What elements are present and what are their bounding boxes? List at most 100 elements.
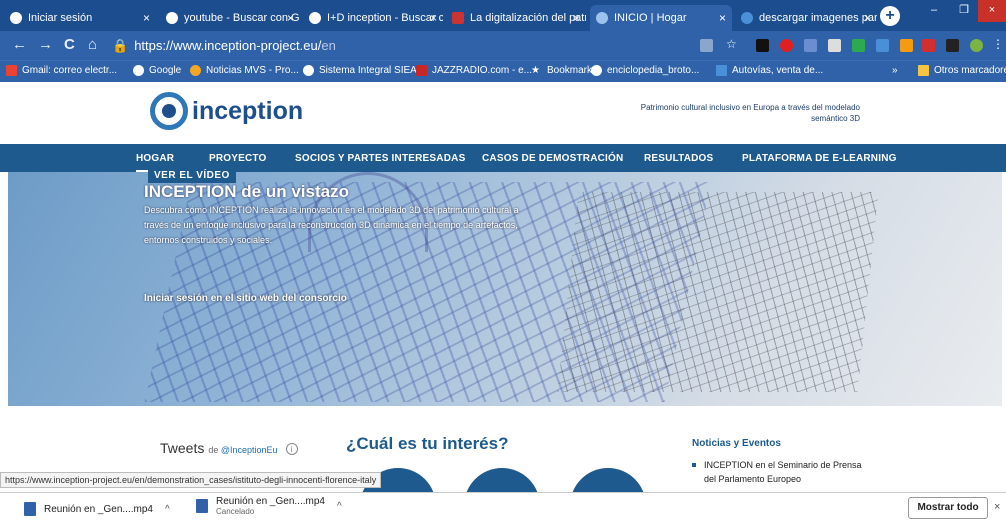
- google-icon: [309, 12, 321, 24]
- back-button[interactable]: ←: [12, 36, 27, 53]
- news-item-link[interactable]: INCEPTION en el Seminario de Prensa del …: [692, 458, 862, 486]
- tab-youtube[interactable]: youtube - Buscar con Go ×: [160, 5, 300, 31]
- bookmark-gmail[interactable]: Gmail: correo electr...: [6, 65, 117, 76]
- bookmark-otros[interactable]: Otros marcadores: [918, 65, 1006, 76]
- bookmark-google[interactable]: Google: [133, 65, 181, 76]
- bookmark-icon: [716, 65, 727, 76]
- reload-button[interactable]: C: [64, 36, 75, 53]
- menu-resultados[interactable]: RESULTADOS: [644, 153, 713, 164]
- tab-inicio-hogar[interactable]: INICIO | Hogar ×: [590, 5, 732, 31]
- menu-icon[interactable]: ⋮: [992, 37, 1005, 51]
- bookmark-label: Otros marcadores: [934, 65, 1006, 76]
- forward-button[interactable]: →: [38, 36, 53, 53]
- interest-circle[interactable]: [570, 468, 646, 492]
- tab-title: I+D inception - Buscar co: [327, 12, 443, 24]
- bookmarks-bar: Gmail: correo electr... Google Noticias …: [0, 60, 1006, 82]
- tab-title: Iniciar sesión: [28, 12, 93, 24]
- close-tab-icon[interactable]: ×: [430, 11, 437, 25]
- info-icon[interactable]: i: [285, 443, 298, 456]
- bookmark-enciclopedia[interactable]: enciclopedia_broto...: [591, 65, 699, 76]
- menu-proyecto[interactable]: PROYECTO: [209, 153, 267, 164]
- menu-casos[interactable]: CASOS DE DEMOSTRACIÓN: [482, 153, 623, 164]
- hero-title: INCEPTION de un vistazo: [144, 182, 349, 201]
- close-tab-icon[interactable]: ×: [719, 11, 726, 25]
- tab-title: youtube - Buscar con Go: [184, 12, 300, 24]
- page-icon: [452, 12, 464, 24]
- close-downloads-icon[interactable]: ×: [994, 501, 1000, 513]
- folder-icon: [918, 65, 929, 76]
- bookmark-label: Autovías, venta de...: [732, 65, 824, 76]
- page-icon: [741, 12, 753, 24]
- tweets-prefix: de: [208, 445, 219, 455]
- bookmark-bookmarks[interactable]: ★ Bookmarks: [531, 65, 597, 76]
- logo-text: inception: [192, 96, 304, 125]
- tab-title: INICIO | Hogar: [614, 12, 687, 24]
- jazzradio-icon: [416, 65, 427, 76]
- url-host: https://www.inception-project.eu/: [134, 38, 322, 53]
- bookmark-jazzradio[interactable]: JAZZRADIO.com - e...: [416, 65, 532, 76]
- extension-icon[interactable]: [876, 39, 889, 52]
- interest-heading: ¿Cuál es tu interés?: [346, 434, 509, 453]
- download-item[interactable]: Reunión en _Gen....mp4 ^: [24, 502, 170, 516]
- extension-icon[interactable]: [946, 39, 959, 52]
- downloads-bar: Reunión en _Gen....mp4 ^ Reunión en _Gen.…: [0, 492, 1006, 522]
- page-content: inception Patrimonio cultural inclusivo …: [0, 82, 1006, 492]
- twitter-handle-link[interactable]: @InceptionEu: [221, 445, 278, 455]
- extension-icon[interactable]: [804, 39, 817, 52]
- tab-descargar-imagenes[interactable]: descargar imagenes par ×: [735, 5, 877, 31]
- globe-icon: [591, 65, 602, 76]
- bookmark-label: Bookmarks: [547, 65, 598, 76]
- hero-sketch-image: [557, 192, 879, 392]
- address-bar[interactable]: 🔒 https://www.inception-project.eu/en: [112, 36, 724, 56]
- close-tab-icon[interactable]: ×: [573, 11, 580, 25]
- extension-icon[interactable]: [756, 39, 769, 52]
- avatar[interactable]: [970, 39, 983, 52]
- logo-icon: [150, 92, 188, 130]
- globe-icon: [303, 65, 314, 76]
- lock-icon: 🔒: [112, 38, 129, 53]
- pdf-icon[interactable]: [922, 39, 935, 52]
- globe-icon: [10, 12, 22, 24]
- drive-icon[interactable]: [852, 39, 865, 52]
- minimize-button[interactable]: –: [920, 0, 948, 22]
- close-window-button[interactable]: ×: [978, 0, 1006, 22]
- hero-description: Descubra cómo INCEPTION realiza la innov…: [144, 205, 519, 245]
- tab-title: La digitalización del patr: [470, 12, 586, 24]
- extension-icon[interactable]: [900, 39, 913, 52]
- tab-inception-search[interactable]: I+D inception - Buscar co ×: [303, 5, 443, 31]
- inception-logo[interactable]: inception: [150, 92, 303, 130]
- new-tab-button[interactable]: +: [880, 6, 900, 26]
- tab-bar: Iniciar sesión × youtube - Buscar con Go ×…: [0, 0, 1006, 31]
- translate-icon[interactable]: [700, 39, 713, 52]
- menu-elearning[interactable]: PLATAFORMA DE E-LEARNING: [742, 153, 897, 164]
- watch-video-button[interactable]: VER EL VÍDEO: [148, 168, 236, 183]
- bookmark-noticias[interactable]: Noticias MVS - Pro...: [190, 65, 299, 76]
- video-file-icon: [24, 502, 36, 516]
- site-tagline: Patrimonio cultural inclusivo en Europa …: [640, 103, 860, 123]
- close-tab-icon[interactable]: ×: [287, 11, 294, 25]
- show-all-button[interactable]: Mostrar todo: [908, 497, 988, 519]
- download-item[interactable]: Reunión en _Gen....mp4 Cancelado ^: [196, 496, 342, 516]
- bookmark-icon: [190, 65, 201, 76]
- pinterest-icon[interactable]: [780, 39, 793, 52]
- close-tab-icon[interactable]: ×: [864, 11, 871, 25]
- tab-title: descargar imagenes par: [759, 12, 877, 24]
- interest-circle[interactable]: [464, 468, 540, 492]
- star-icon[interactable]: ☆: [726, 37, 739, 51]
- maximize-button[interactable]: ❐: [950, 0, 978, 22]
- more-bookmarks-button[interactable]: »: [892, 65, 898, 76]
- tab-digitalizacion[interactable]: La digitalización del patr ×: [446, 5, 586, 31]
- google-icon: [133, 65, 144, 76]
- home-button[interactable]: ⌂: [88, 36, 97, 53]
- extension-icon[interactable]: [828, 39, 841, 52]
- bookmark-autovias[interactable]: Autovías, venta de...: [716, 65, 823, 76]
- close-tab-icon[interactable]: ×: [143, 11, 150, 25]
- menu-socios[interactable]: SOCIOS Y PARTES INTERESADAS: [295, 153, 465, 164]
- tab-iniciar-sesion[interactable]: Iniciar sesión ×: [4, 5, 156, 31]
- bookmark-siea[interactable]: Sistema Integral SIEA: [303, 65, 417, 76]
- chevron-up-icon[interactable]: ^: [337, 501, 342, 512]
- bookmark-label: enciclopedia_broto...: [607, 65, 700, 76]
- bookmark-label: JAZZRADIO.com - e...: [432, 65, 533, 76]
- chevron-up-icon[interactable]: ^: [165, 504, 170, 515]
- consortium-login-link[interactable]: Iniciar sesión en el sitio web del conso…: [144, 293, 347, 304]
